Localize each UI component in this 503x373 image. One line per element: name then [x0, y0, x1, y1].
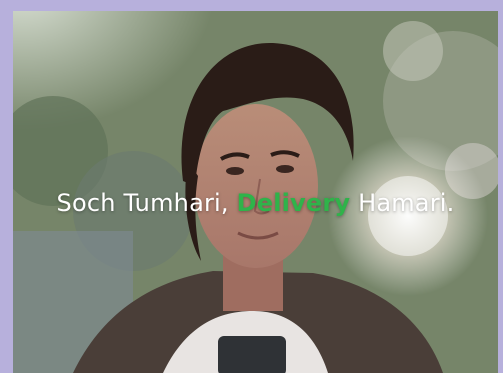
tagline-highlight: Delivery — [236, 189, 351, 217]
hero-photo: Soch Tumhari, Delivery Hamari. — [13, 11, 498, 373]
tagline-part2: Hamari. — [350, 189, 455, 217]
tagline-part1: Soch Tumhari, — [56, 189, 237, 217]
tagline: Soch Tumhari, Delivery Hamari. — [13, 189, 498, 217]
page-frame: Soch Tumhari, Delivery Hamari. — [0, 0, 503, 373]
